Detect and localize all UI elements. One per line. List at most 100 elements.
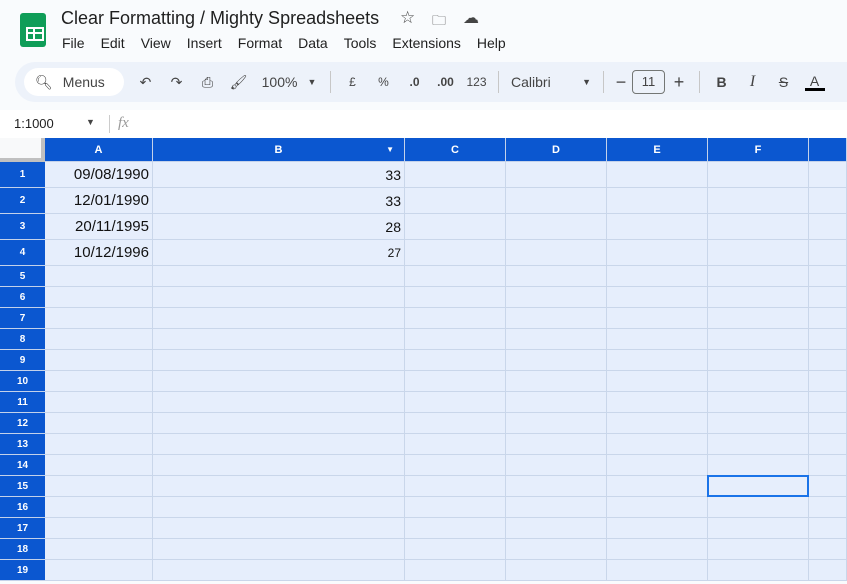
row-header[interactable]: 18 [0,539,45,560]
increase-font-size-button[interactable]: + [665,68,693,96]
cell[interactable] [405,308,506,329]
cell[interactable]: 33 [153,162,405,188]
cell[interactable]: 27 [153,240,405,266]
cell[interactable] [809,392,847,413]
row-header[interactable]: 9 [0,350,45,371]
cell[interactable] [607,214,708,240]
cell[interactable] [45,413,153,434]
cell[interactable] [405,266,506,287]
cell[interactable] [607,266,708,287]
cell[interactable] [405,413,506,434]
cell[interactable] [45,497,153,518]
cell[interactable] [607,371,708,392]
paint-format-icon[interactable]: 🖌︎ [223,68,254,96]
menu-tools[interactable]: Tools [344,35,377,51]
cell[interactable] [506,214,607,240]
cell[interactable]: 12/01/1990 [45,188,153,214]
row-header[interactable]: 17 [0,518,45,539]
row-header[interactable]: 3 [0,214,45,240]
redo-icon[interactable]: ↷ [161,68,192,96]
cell[interactable] [45,287,153,308]
cell[interactable] [607,350,708,371]
cell[interactable] [506,392,607,413]
decrease-decimal-button[interactable]: .0 [399,68,430,96]
cell[interactable] [607,329,708,350]
cell[interactable] [405,214,506,240]
cloud-status-icon[interactable]: ☁ [463,8,479,28]
cell[interactable] [405,350,506,371]
cell[interactable] [405,476,506,497]
bold-icon[interactable]: B [706,68,737,96]
undo-icon[interactable]: ↶ [130,68,161,96]
row-header[interactable]: 13 [0,434,45,455]
cell[interactable] [506,434,607,455]
cell[interactable] [607,287,708,308]
cell[interactable] [809,539,847,560]
cell[interactable] [153,392,405,413]
cell[interactable] [809,497,847,518]
cell[interactable] [506,497,607,518]
cell[interactable] [809,560,847,581]
cell[interactable] [708,188,809,214]
cell[interactable] [153,350,405,371]
row-header[interactable]: 7 [0,308,45,329]
cell[interactable]: 10/12/1996 [45,240,153,266]
cell[interactable] [153,518,405,539]
font-select[interactable]: Calibri ▼ [505,68,597,96]
row-header[interactable]: 19 [0,560,45,581]
print-icon[interactable]: ⎙ [192,68,223,96]
cell[interactable] [45,266,153,287]
cell[interactable] [153,371,405,392]
menu-format[interactable]: Format [238,35,282,51]
cell[interactable] [809,413,847,434]
cell[interactable] [809,476,847,497]
column-header[interactable]: D [506,138,607,162]
column-header[interactable]: F [708,138,809,162]
cell[interactable] [607,413,708,434]
cell[interactable] [405,497,506,518]
cell[interactable] [708,240,809,266]
row-header[interactable]: 10 [0,371,45,392]
cell[interactable] [153,308,405,329]
row-header[interactable]: 11 [0,392,45,413]
cell[interactable] [809,266,847,287]
cell[interactable] [506,539,607,560]
row-header[interactable]: 12 [0,413,45,434]
star-icon[interactable]: ☆ [400,8,415,28]
cell[interactable] [708,266,809,287]
cell[interactable] [708,329,809,350]
row-header[interactable]: 4 [0,240,45,266]
cell[interactable] [607,518,708,539]
cell[interactable] [153,476,405,497]
sheets-logo[interactable] [20,13,46,47]
cell[interactable] [405,371,506,392]
cell[interactable] [708,162,809,188]
row-header[interactable]: 1 [0,162,45,188]
cell[interactable] [405,188,506,214]
row-header[interactable]: 2 [0,188,45,214]
cell[interactable] [708,392,809,413]
cell[interactable] [506,371,607,392]
cell[interactable] [506,560,607,581]
cell[interactable] [708,455,809,476]
cell[interactable] [506,350,607,371]
cell[interactable] [809,240,847,266]
cell[interactable] [405,329,506,350]
cell[interactable] [45,308,153,329]
row-header[interactable]: 14 [0,455,45,476]
cell[interactable] [506,329,607,350]
cell[interactable] [809,287,847,308]
cell[interactable] [153,266,405,287]
cell[interactable] [153,287,405,308]
cell[interactable] [809,214,847,240]
row-header[interactable]: 16 [0,497,45,518]
cell[interactable] [506,476,607,497]
menu-file[interactable]: File [62,35,85,51]
cell[interactable]: 33 [153,188,405,214]
increase-decimal-button[interactable]: .00 [430,68,461,96]
cell[interactable] [506,162,607,188]
cell[interactable] [153,434,405,455]
cell[interactable] [607,476,708,497]
cell[interactable] [153,539,405,560]
decrease-font-size-button[interactable]: − [610,68,632,96]
